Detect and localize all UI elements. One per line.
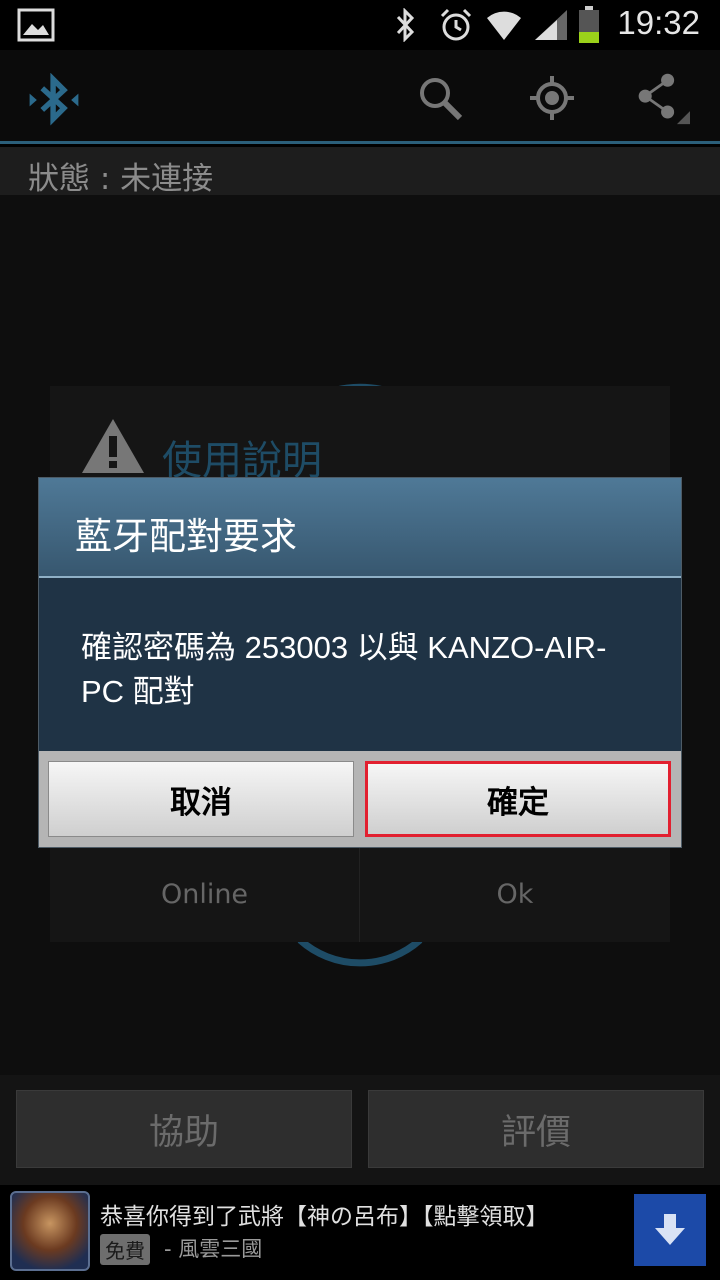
download-arrow-icon	[655, 1214, 685, 1245]
connection-status: 狀態 : 未連接	[0, 147, 720, 197]
dialog-title: 藍牙配對要求	[75, 515, 297, 558]
download-button[interactable]	[634, 1194, 706, 1266]
warning-icon	[82, 419, 144, 473]
confirm-button[interactable]: 確定	[365, 761, 671, 837]
clock: 19:32	[617, 4, 700, 41]
wifi-icon	[484, 6, 524, 44]
battery-icon	[576, 6, 602, 44]
ad-banner[interactable]: 恭喜你得到了武將【神の呂布】【點擊領取】 免費 - 風雲三國	[0, 1185, 720, 1280]
action-bar	[0, 50, 720, 144]
rate-button[interactable]: 評價	[368, 1090, 704, 1168]
ad-title[interactable]: 恭喜你得到了武將【神の呂布】【點擊領取】	[100, 1197, 549, 1231]
assist-button[interactable]: 協助	[16, 1090, 352, 1168]
dialog-header: 藍牙配對要求	[39, 478, 681, 578]
search-icon[interactable]	[412, 70, 468, 126]
share-icon[interactable]	[634, 70, 690, 126]
bluetooth-logo-icon[interactable]	[26, 72, 82, 128]
connection-status-text: 狀態 : 未連接	[28, 161, 214, 197]
cancel-button[interactable]: 取消	[48, 761, 354, 837]
image-icon	[16, 6, 56, 44]
dialog-button-bar: 取消 確定	[39, 751, 681, 847]
alarm-icon	[436, 6, 476, 44]
bluetooth-icon	[392, 6, 420, 44]
free-badge: 免費	[100, 1234, 150, 1265]
status-bar: 19:32	[0, 0, 720, 50]
bottom-button-bar: 協助 評價	[0, 1075, 720, 1185]
pairing-dialog: 藍牙配對要求 確認密碼為 253003 以與 KANZO-AIR-PC 配對 取…	[38, 477, 682, 848]
online-button[interactable]: Online	[50, 846, 360, 942]
ad-source: - 風雲三國	[164, 1237, 263, 1261]
dialog-message: 確認密碼為 253003 以與 KANZO-AIR-PC 配對	[81, 630, 607, 709]
locate-icon[interactable]	[524, 70, 580, 126]
help-ok-button[interactable]: Ok	[360, 846, 670, 942]
signal-icon	[532, 6, 572, 44]
ad-game-thumbnail[interactable]	[10, 1191, 90, 1271]
